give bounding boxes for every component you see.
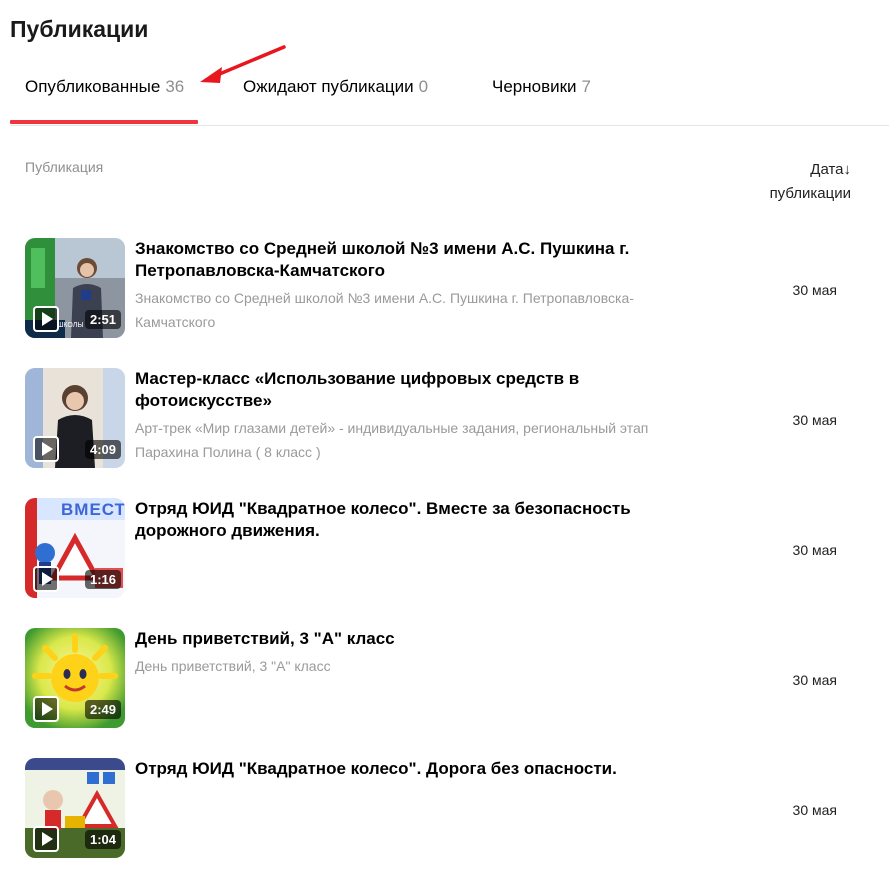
video-thumbnail[interactable]: 4:09 [25, 368, 125, 468]
publication-title[interactable]: День приветствий, 3 "А" класс [135, 628, 705, 650]
video-thumbnail[interactable]: 2:49 [25, 628, 125, 728]
video-thumbnail[interactable]: 1:04 [25, 758, 125, 858]
video-thumbnail[interactable]: ШКОЛЫ 2:51 [25, 238, 125, 338]
publication-row[interactable]: 1:04 Отряд ЮИД "Квадратное колесо". Доро… [25, 758, 855, 860]
video-thumbnail[interactable]: ВМЕСТЕ 1:16 [25, 498, 125, 598]
publication-title[interactable]: Отряд ЮИД "Квадратное колесо". Дорога бе… [135, 758, 705, 780]
thumbnail-caption: ВМЕСТЕ [61, 500, 125, 519]
publication-date: 30 мая [792, 672, 837, 688]
play-icon [33, 826, 59, 852]
publication-row[interactable]: 2:49 День приветствий, 3 "А" класс День … [25, 628, 855, 730]
tab-drafts-label: Черновики [492, 77, 577, 96]
play-icon [33, 306, 59, 332]
play-icon [33, 696, 59, 722]
video-duration: 2:51 [84, 310, 121, 329]
publication-description: Знакомство со Средней школой №3 имени А.… [135, 290, 634, 330]
video-duration: 4:09 [84, 440, 121, 459]
play-icon [33, 566, 59, 592]
publication-title[interactable]: Отряд ЮИД "Квадратное колесо". Вместе за… [135, 498, 705, 542]
tab-pending-count: 0 [418, 77, 429, 96]
publication-title[interactable]: Мастер-класс «Использование цифровых сре… [135, 368, 705, 412]
publication-description: Арт-трек «Мир глазами детей» - индивидуа… [135, 420, 649, 460]
tab-published-label: Опубликованные [25, 77, 161, 96]
publication-date: 30 мая [792, 412, 837, 428]
column-header-date-sort[interactable]: Дата↓ публикации [741, 158, 851, 206]
column-header-publication: Публикация [25, 159, 104, 175]
publication-row[interactable]: ВМЕСТЕ 1:16 Отряд ЮИД "Квадратное колесо… [25, 498, 855, 600]
video-duration: 1:04 [84, 830, 121, 849]
video-duration: 1:16 [84, 570, 121, 589]
thumbnail-caption: ШКОЛЫ [57, 322, 84, 329]
page-title: Публикации [10, 16, 149, 42]
publication-description: День приветствий, 3 "А" класс [135, 658, 331, 674]
tab-published[interactable]: Опубликованные 36 [9, 77, 199, 124]
play-icon [33, 436, 59, 462]
column-header-date-line1: Дата↓ [810, 161, 851, 178]
tab-drafts-count: 7 [581, 77, 592, 96]
tabs-bar: Опубликованные 36 Ожидают публикации 0 Чер… [9, 62, 889, 126]
red-arrow-annotation-icon [200, 45, 286, 83]
publication-date: 30 мая [792, 282, 837, 298]
publication-row[interactable]: 4:09 Мастер-класс «Использование цифровы… [25, 368, 855, 470]
tab-published-count: 36 [165, 77, 185, 96]
publication-row[interactable]: ШКОЛЫ 2:51 Знакомство со Средней школой … [25, 238, 855, 340]
publication-date: 30 мая [792, 802, 837, 818]
publication-date: 30 мая [792, 542, 837, 558]
column-header-date-line2: публикации [769, 185, 851, 202]
publication-title[interactable]: Знакомство со Средней школой №3 имени А.… [135, 238, 705, 282]
tab-drafts[interactable]: Черновики 7 [492, 77, 591, 97]
video-duration: 2:49 [84, 700, 121, 719]
